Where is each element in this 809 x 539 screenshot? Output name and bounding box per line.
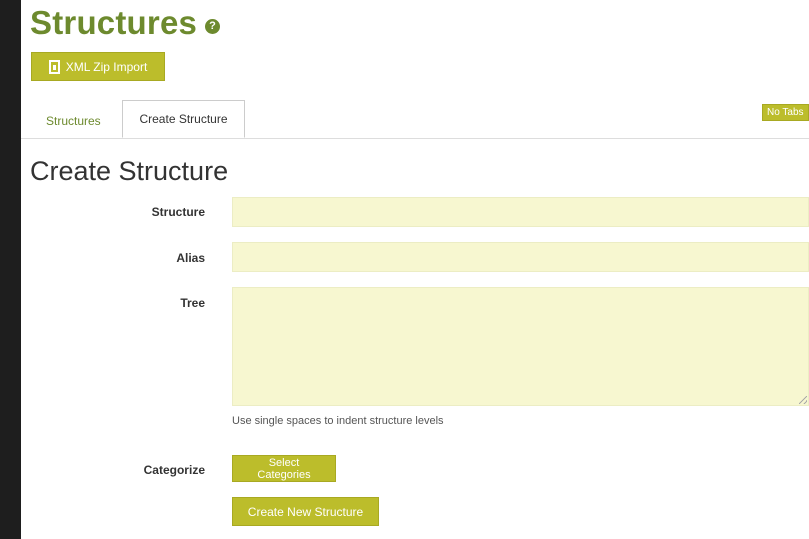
no-tabs-button[interactable]: No Tabs <box>762 104 809 121</box>
page-title-text: Structures <box>30 4 198 41</box>
select-categories-button[interactable]: Select Categories <box>232 455 336 482</box>
tab-bar: Structures Create Structure <box>21 98 809 139</box>
xml-zip-import-button[interactable]: XML Zip Import <box>31 52 165 81</box>
resize-grip-icon[interactable] <box>799 396 807 404</box>
section-heading: Create Structure <box>30 156 229 186</box>
tree-hint: Use single spaces to indent structure le… <box>232 415 444 427</box>
tab-create-structure[interactable]: Create Structure <box>122 100 245 138</box>
left-edge-strip <box>0 0 21 539</box>
tree-label: Tree <box>180 296 205 310</box>
categorize-label: Categorize <box>143 463 205 477</box>
alias-label: Alias <box>176 251 205 265</box>
tree-textarea[interactable] <box>232 287 809 406</box>
create-new-structure-button[interactable]: Create New Structure <box>232 497 379 526</box>
help-icon[interactable]: ? <box>205 18 221 34</box>
file-icon <box>48 59 60 74</box>
xml-zip-import-label: XML Zip Import <box>65 59 148 74</box>
alias-input[interactable] <box>232 242 809 272</box>
page-content: Structures ? XML Zip Import Structures C… <box>21 0 809 539</box>
structure-label: Structure <box>151 205 205 219</box>
tab-structures[interactable]: Structures <box>34 102 113 139</box>
page-title: Structures ? <box>30 4 221 42</box>
structure-input[interactable] <box>232 197 809 227</box>
